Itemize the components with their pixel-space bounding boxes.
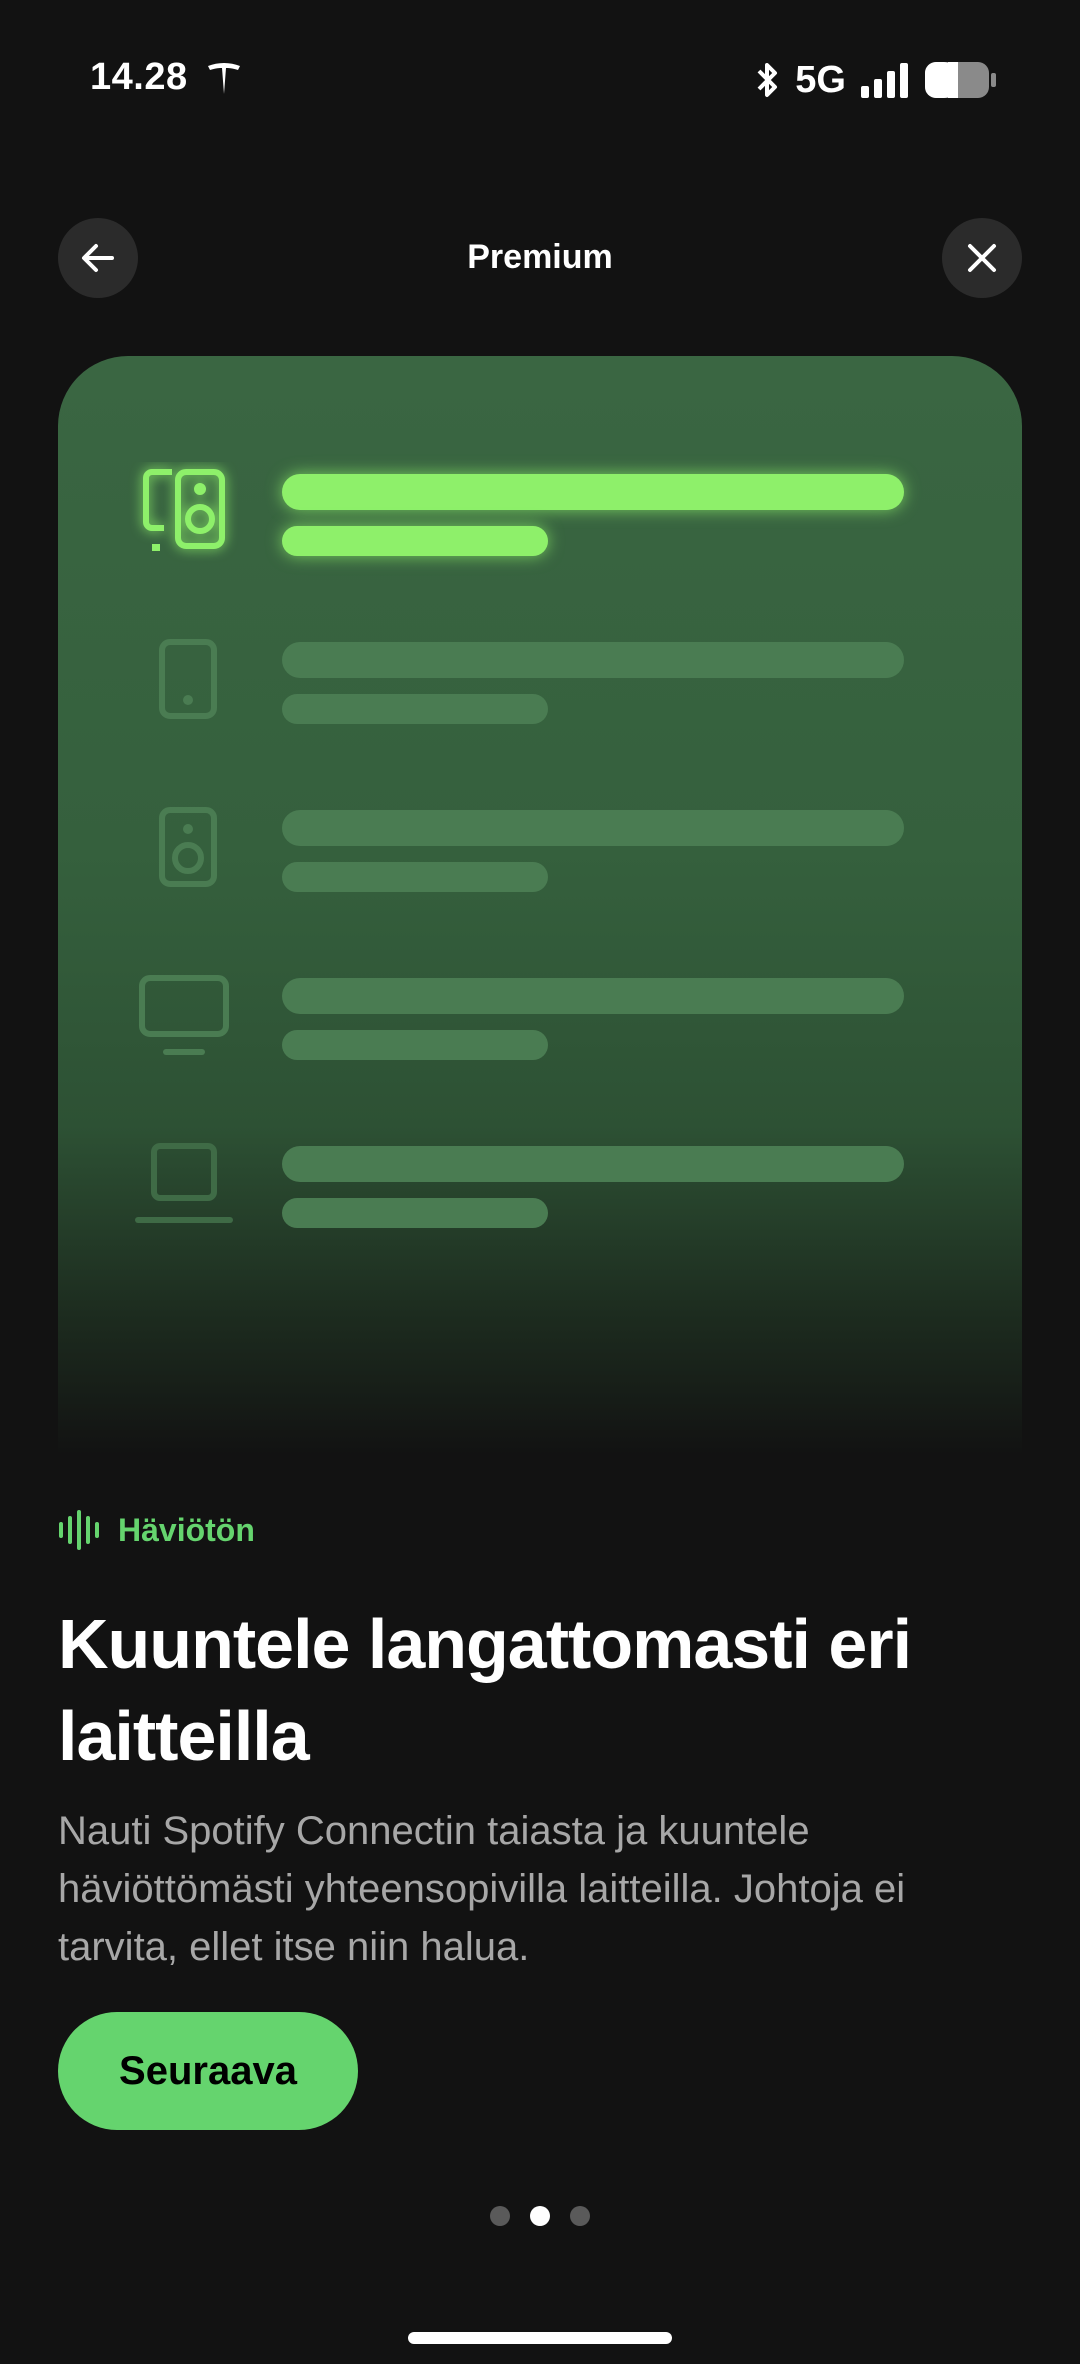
close-icon bbox=[968, 244, 996, 272]
speaker-phone-icon bbox=[143, 469, 225, 551]
phone-icon bbox=[159, 639, 217, 719]
device-title-bar bbox=[282, 978, 904, 1014]
device-subtitle-bar bbox=[282, 526, 548, 556]
page-dot[interactable] bbox=[490, 2206, 510, 2226]
next-button[interactable]: Seuraava bbox=[58, 2012, 358, 2130]
device-subtitle-bar bbox=[282, 1198, 548, 1228]
device-title-bar bbox=[282, 810, 904, 846]
speaker-icon bbox=[159, 807, 217, 887]
lossless-tag: Häviötön bbox=[58, 1508, 255, 1552]
close-button[interactable] bbox=[942, 218, 1022, 298]
home-indicator[interactable] bbox=[408, 2332, 672, 2344]
page-dot-active[interactable] bbox=[530, 2206, 550, 2226]
device-row-phone bbox=[58, 630, 1022, 740]
status-time: 14.28 bbox=[90, 56, 188, 98]
bluetooth-icon bbox=[757, 63, 778, 97]
device-row-speaker-phone bbox=[58, 462, 1022, 572]
tv-icon bbox=[139, 975, 229, 1055]
device-title-bar bbox=[282, 1146, 904, 1182]
device-title-bar bbox=[282, 474, 904, 510]
tag-label: Häviötön bbox=[118, 1511, 255, 1548]
status-bar: 14.28 5G bbox=[0, 0, 1080, 160]
description: Nauti Spotify Connectin taiasta ja kuunt… bbox=[58, 1809, 906, 1969]
device-title-bar bbox=[282, 642, 904, 678]
battery-icon bbox=[925, 62, 996, 98]
tesla-icon bbox=[208, 63, 240, 94]
device-row-laptop bbox=[58, 1134, 1022, 1244]
signal-icon bbox=[861, 63, 908, 98]
network-type: 5G bbox=[795, 58, 846, 101]
headline: Kuuntele langattomasti eri laitteilla bbox=[58, 1605, 912, 1775]
device-subtitle-bar bbox=[282, 694, 548, 724]
audio-waveform-icon bbox=[59, 1510, 99, 1550]
hero-illustration bbox=[58, 356, 1022, 1456]
device-subtitle-bar bbox=[282, 862, 548, 892]
page-indicator bbox=[0, 2206, 1080, 2226]
device-subtitle-bar bbox=[282, 1030, 548, 1060]
laptop-icon bbox=[135, 1143, 233, 1223]
page-title: Premium bbox=[467, 238, 613, 276]
device-row-tv bbox=[58, 966, 1022, 1076]
device-row-speaker bbox=[58, 798, 1022, 908]
status-right-group: 5G bbox=[755, 58, 996, 102]
page-dot[interactable] bbox=[570, 2206, 590, 2226]
